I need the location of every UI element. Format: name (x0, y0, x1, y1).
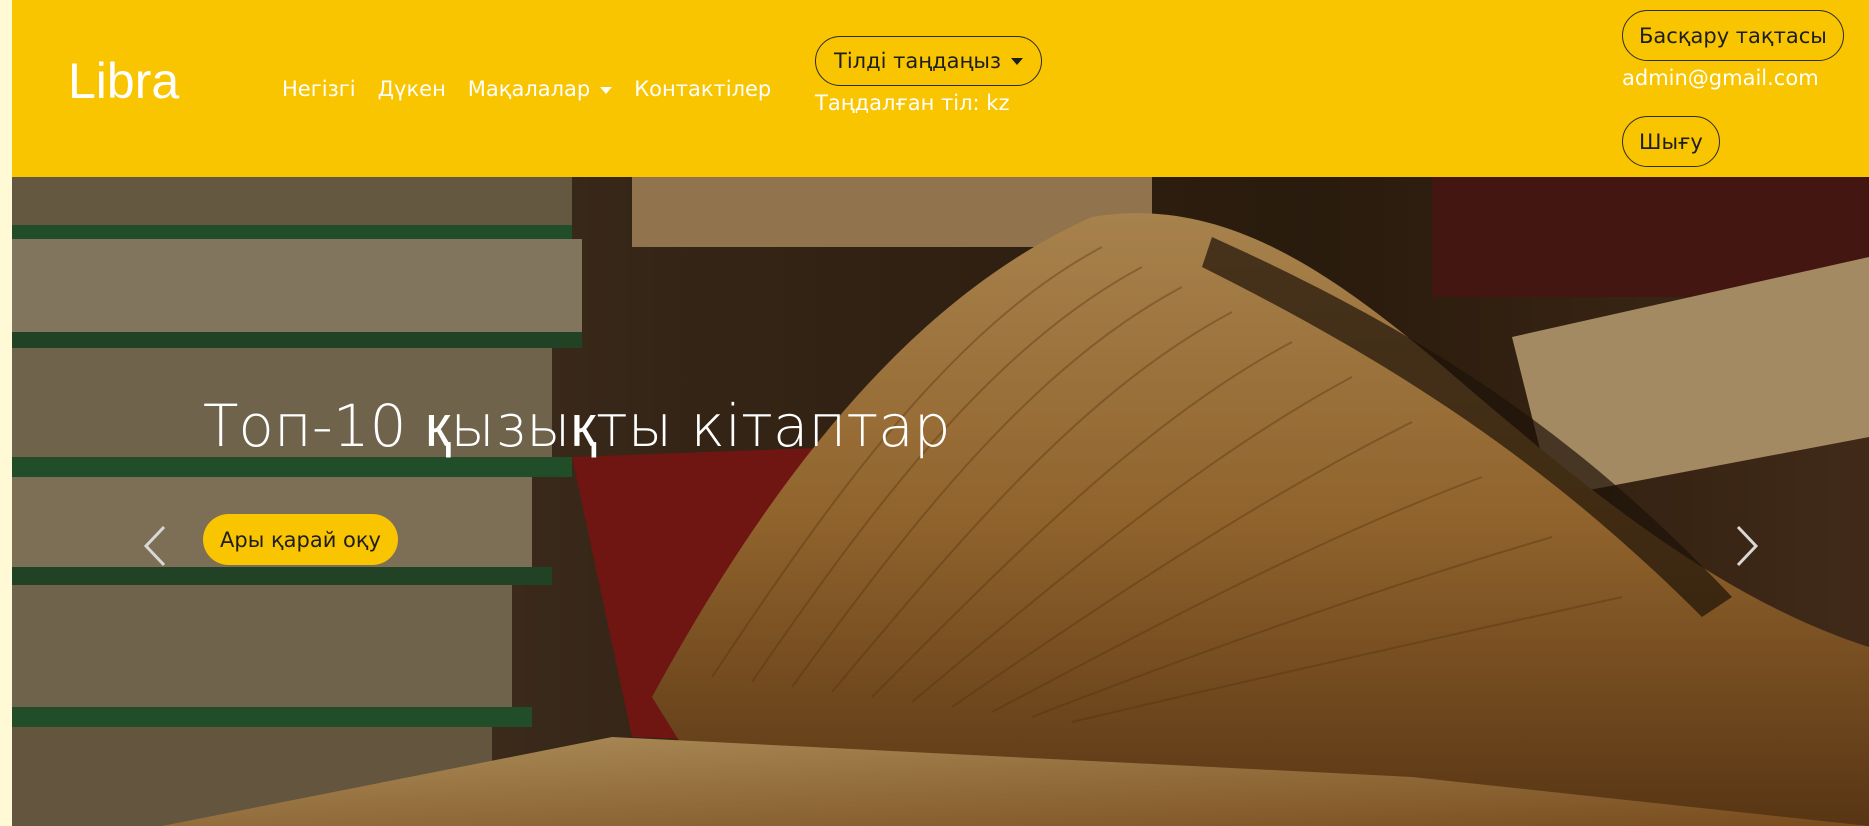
nav-item-articles-dropdown[interactable]: Мақалалар (467, 76, 613, 102)
brand-logo[interactable]: Libra (68, 56, 179, 106)
nav-links: Негізгі Дүкен Мақалалар Контактілер (282, 76, 793, 102)
selected-language-text: Таңдалған тіл: kz (815, 91, 1010, 115)
nav-item-contacts[interactable]: Контактілер (634, 76, 771, 102)
hero-overlay (12, 177, 1869, 826)
nav-item-home[interactable]: Негізгі (282, 76, 356, 102)
nav-item-articles-label: Мақалалар (467, 77, 591, 101)
dashboard-button[interactable]: Басқару тақтасы (1622, 10, 1844, 61)
chevron-right-icon (1736, 525, 1759, 567)
chevron-left-icon (143, 525, 166, 567)
carousel-prev-button[interactable] (136, 523, 176, 569)
user-email: admin@gmail.com (1622, 66, 1819, 90)
language-select-button[interactable]: Тілді таңдаңыз (815, 36, 1043, 86)
read-more-button[interactable]: Ары қарай оқу (203, 514, 398, 565)
navbar: Libra Негізгі Дүкен Мақалалар Контактіле… (12, 0, 1869, 177)
nav-item-shop[interactable]: Дүкен (378, 76, 446, 102)
hero-carousel: Топ-10 қызықты кітаптар Ары қарай оқу (12, 177, 1869, 826)
caret-down-icon (600, 86, 613, 94)
caret-down-icon (1011, 57, 1024, 65)
carousel-next-button[interactable] (1726, 523, 1766, 569)
language-select-label: Тілді таңдаңыз (834, 49, 1002, 73)
logout-button[interactable]: Шығу (1622, 116, 1720, 167)
hero-title: Топ-10 қызықты кітаптар (203, 392, 951, 460)
page: Libra Негізгі Дүкен Мақалалар Контактіле… (12, 0, 1869, 826)
